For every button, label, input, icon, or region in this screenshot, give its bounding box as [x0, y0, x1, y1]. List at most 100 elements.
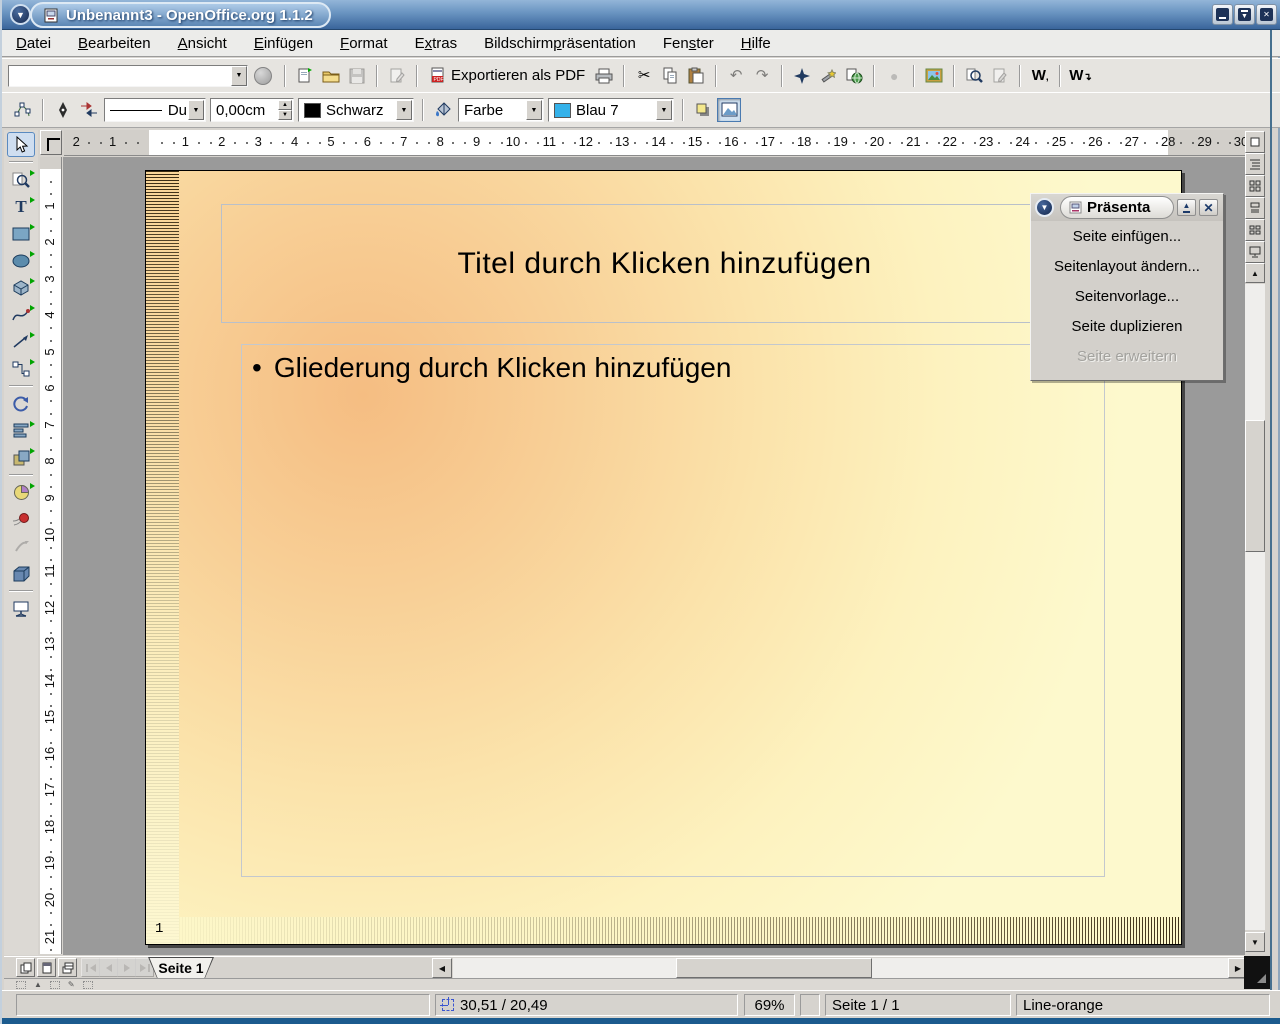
drawing-view-button[interactable]: [1245, 131, 1265, 153]
tab-seite-1[interactable]: Seite 1: [148, 957, 214, 978]
line-style-select[interactable]: Du ▼: [104, 98, 206, 122]
preview-toggle-button[interactable]: [717, 98, 741, 122]
horizontal-ruler[interactable]: 2112345678910111213141516171819202122232…: [64, 130, 1245, 156]
autospellcheck-button[interactable]: W↴: [1068, 64, 1093, 88]
status-zoom-field[interactable]: 69%: [744, 994, 795, 1016]
hruler-tick: 1: [182, 134, 189, 149]
interaction-button[interactable]: [7, 507, 35, 532]
menu-bildschirmpraesentation[interactable]: Bildschirmpräsentation: [484, 35, 636, 52]
maximize-button[interactable]: ▼: [1234, 4, 1255, 25]
hruler-tick: 2: [218, 134, 225, 149]
menu-ansicht[interactable]: Ansicht: [178, 35, 227, 52]
spellcheck-button[interactable]: W,: [1028, 64, 1052, 88]
layer-mode-button[interactable]: [58, 958, 77, 977]
window-menu-button[interactable]: ▼: [10, 4, 31, 25]
gallery-button[interactable]: [922, 64, 946, 88]
zoom-tool-button[interactable]: [7, 167, 35, 192]
alignment-button[interactable]: [7, 418, 35, 443]
arrange-button[interactable]: [7, 445, 35, 470]
stylist-button[interactable]: [816, 64, 840, 88]
palette-close-button[interactable]: ✕: [1199, 199, 1218, 216]
line-dialog-button[interactable]: [51, 98, 75, 122]
vertical-scrollbar-track[interactable]: [1245, 284, 1265, 930]
controller-3d-button[interactable]: [7, 561, 35, 586]
line-width-stepper[interactable]: 0,00cm ▲ ▼: [210, 98, 294, 122]
paste-button[interactable]: [684, 64, 708, 88]
slide-view-button[interactable]: [1245, 175, 1265, 197]
master-mode-button[interactable]: [37, 958, 56, 977]
line-style-dropdown-icon[interactable]: ▼: [188, 100, 204, 120]
fill-color-select[interactable]: Blau 7 ▼: [548, 98, 674, 122]
effects-button[interactable]: [7, 480, 35, 505]
fill-color-dropdown-icon[interactable]: ▼: [656, 100, 672, 120]
spin-down-icon[interactable]: ▼: [278, 110, 292, 120]
export-pdf-button[interactable]: PDF Exportieren als PDF: [425, 63, 590, 89]
connector-tool-button[interactable]: [7, 356, 35, 381]
spin-up-icon[interactable]: ▲: [278, 100, 292, 110]
edit-points-button[interactable]: [11, 98, 35, 122]
palette-item[interactable]: Seitenvorlage...: [1031, 281, 1223, 311]
hyperlink-button[interactable]: [842, 64, 866, 88]
menu-hilfe[interactable]: Hilfe: [741, 35, 771, 52]
page-mode-button[interactable]: [16, 958, 35, 977]
start-presentation-button[interactable]: [1245, 241, 1265, 263]
ruler-origin-button[interactable]: [40, 130, 62, 155]
curve-tool-button[interactable]: [7, 302, 35, 327]
cut-button[interactable]: ✂: [632, 64, 656, 88]
rotate-tool-button[interactable]: [7, 391, 35, 416]
copy-button[interactable]: [658, 64, 682, 88]
new-document-button[interactable]: [293, 64, 317, 88]
vertical-scrollbar-thumb[interactable]: [1245, 420, 1265, 552]
palette-menu-button[interactable]: ▼: [1035, 198, 1054, 217]
combo-dropdown-icon[interactable]: ▼: [231, 66, 247, 86]
presentation-palette[interactable]: ▼ Präsenta ▲ ✕ Seite einfügen...Seitenla…: [1030, 193, 1224, 381]
url-combobox[interactable]: ▼: [8, 65, 248, 87]
notes-view-button[interactable]: [1245, 197, 1265, 219]
zoom-button[interactable]: [962, 64, 986, 88]
scroll-down-button[interactable]: ▼: [1245, 932, 1265, 952]
minimize-button[interactable]: [1212, 4, 1233, 25]
menu-fenster[interactable]: Fenster: [663, 35, 714, 52]
title-placeholder[interactable]: Titel durch Klicken hinzufügen: [221, 204, 1108, 323]
menu-einfuegen[interactable]: Einfügen: [254, 35, 313, 52]
titlebar[interactable]: ▼ Unbenannt3 - OpenOffice.org 1.1.2 ▼ ✕: [2, 0, 1280, 30]
horizontal-scrollbar-thumb[interactable]: [676, 958, 872, 978]
palette-item[interactable]: Seite einfügen...: [1031, 221, 1223, 251]
palette-shade-button[interactable]: ▲: [1177, 199, 1196, 216]
fill-type-select[interactable]: Farbe ▼: [458, 98, 544, 122]
menu-bearbeiten[interactable]: Bearbeiten: [78, 35, 151, 52]
area-dialog-button[interactable]: [431, 98, 455, 122]
menu-format[interactable]: Format: [340, 35, 388, 52]
shadow-button[interactable]: [691, 98, 715, 122]
fill-type-dropdown-icon[interactable]: ▼: [526, 100, 542, 120]
ellipse-tool-button[interactable]: [7, 248, 35, 273]
line-color-select[interactable]: Schwarz ▼: [298, 98, 414, 122]
lines-arrows-button[interactable]: [7, 329, 35, 354]
arrow-style-button[interactable]: [77, 98, 101, 122]
open-button[interactable]: [319, 64, 343, 88]
window-resize-grip[interactable]: [1244, 956, 1270, 989]
scroll-left-button[interactable]: ◀: [432, 958, 452, 978]
horizontal-scrollbar-track[interactable]: [453, 958, 1228, 978]
menu-extras[interactable]: Extras: [415, 35, 458, 52]
rectangle-tool-button[interactable]: [7, 221, 35, 246]
objects-3d-button[interactable]: [7, 275, 35, 300]
outline-view-button[interactable]: [1245, 153, 1265, 175]
slide[interactable]: Titel durch Klicken hinzufügen • Glieder…: [145, 170, 1182, 945]
navigator-button[interactable]: [790, 64, 814, 88]
vertical-ruler[interactable]: 123456789101112131415161718192021: [40, 157, 62, 954]
close-button[interactable]: ✕: [1256, 4, 1277, 25]
palette-item[interactable]: Seite duplizieren: [1031, 311, 1223, 341]
select-tool-button[interactable]: [7, 132, 35, 157]
palette-titlebar[interactable]: ▼ Präsenta ▲ ✕: [1031, 194, 1223, 221]
handout-view-button[interactable]: [1245, 219, 1265, 241]
print-button[interactable]: [592, 64, 616, 88]
presentation-button[interactable]: [7, 596, 35, 621]
menu-datei[interactable]: Datei: [16, 35, 51, 52]
text-tool-button[interactable]: T: [7, 194, 35, 219]
palette-item[interactable]: Seitenlayout ändern...: [1031, 251, 1223, 281]
outline-placeholder[interactable]: • Gliederung durch Klicken hinzufügen: [241, 344, 1105, 877]
url-input[interactable]: [9, 66, 231, 86]
scroll-up-button[interactable]: ▲: [1245, 263, 1265, 283]
line-color-dropdown-icon[interactable]: ▼: [396, 100, 412, 120]
